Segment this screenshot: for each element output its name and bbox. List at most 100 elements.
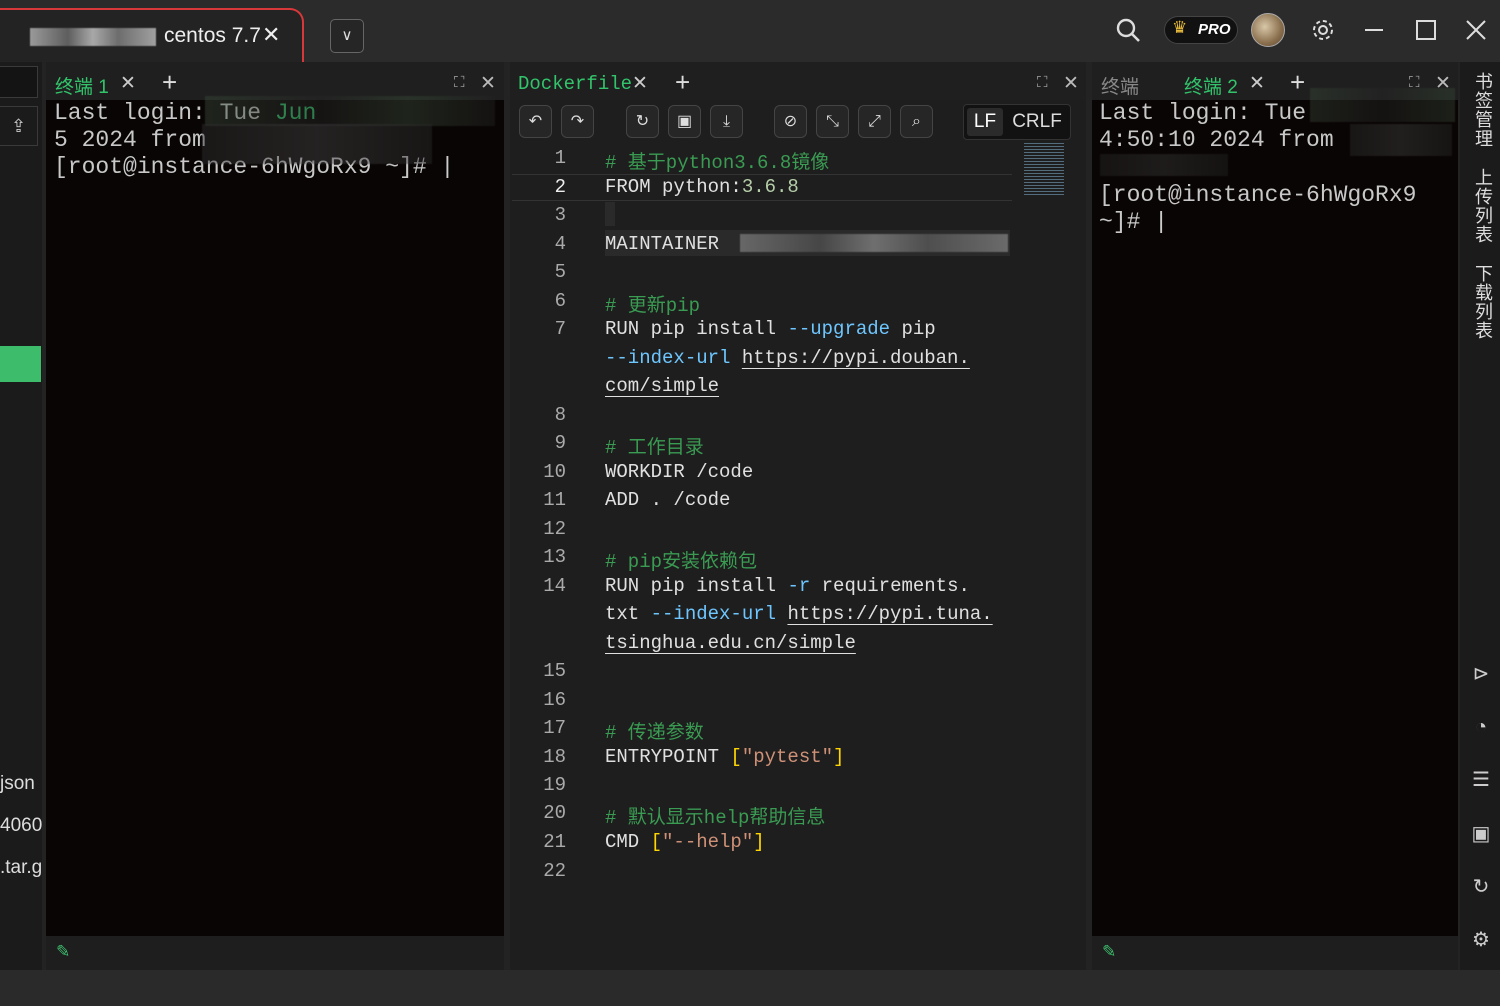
terminal-icon[interactable]: ⊳ bbox=[1468, 661, 1494, 687]
code-line: # 默认显示help帮助信息 bbox=[605, 807, 826, 829]
speed-icon[interactable]: ◔ bbox=[1468, 714, 1494, 740]
tab-terminal-1[interactable]: 终端 1 bbox=[55, 72, 109, 99]
expand-icon[interactable]: ⤢ bbox=[858, 105, 891, 138]
sidebar-item-bookmarks[interactable]: 书签管理 bbox=[1470, 72, 1496, 148]
code-line: ENTRYPOINT ["pytest"] bbox=[605, 746, 845, 768]
save-icon[interactable]: ▣ bbox=[1468, 821, 1494, 847]
file-item[interactable]: .tar.g bbox=[0, 857, 42, 879]
redacted-ip bbox=[1100, 154, 1228, 176]
code-line: # 更新pip bbox=[605, 295, 701, 317]
lf-button[interactable]: LF bbox=[967, 108, 1003, 136]
pane-close-icon[interactable]: ✕ bbox=[480, 72, 496, 95]
code-line: FROM python:3.6.8 bbox=[605, 176, 799, 198]
new-tab-plus-icon[interactable]: + bbox=[675, 67, 690, 98]
download-icon[interactable]: ⤓ bbox=[710, 105, 743, 138]
sidebar-item-download-list[interactable]: 下载列表 bbox=[1470, 264, 1496, 340]
tab-close-icon[interactable]: ✕ bbox=[120, 72, 136, 95]
crown-icon: ♛ bbox=[1172, 18, 1188, 37]
redacted-ip bbox=[202, 124, 432, 164]
code-line: CMD ["--help"] bbox=[605, 831, 765, 853]
code-line: # 工作目录 bbox=[605, 437, 704, 459]
code-line[interactable]: tsinghua.edu.cn/simple bbox=[605, 632, 856, 654]
line-number: 2 bbox=[554, 176, 566, 198]
settings-icon[interactable] bbox=[1307, 14, 1339, 46]
line-number: 20 bbox=[543, 802, 566, 824]
redacted-maintainer bbox=[740, 234, 1008, 252]
left-terminal[interactable] bbox=[46, 100, 504, 936]
code-line[interactable]: com/simple bbox=[605, 375, 719, 397]
list-icon[interactable]: ☰ bbox=[1468, 767, 1494, 793]
code-line: RUN pip install --upgrade pip bbox=[605, 318, 936, 340]
avatar[interactable] bbox=[1251, 13, 1285, 47]
tab-close-icon[interactable]: ✕ bbox=[632, 72, 648, 95]
line-number: 19 bbox=[543, 774, 566, 796]
redo-icon[interactable]: ↷ bbox=[561, 105, 594, 138]
refresh-icon[interactable]: ↻ bbox=[626, 105, 659, 138]
search-icon[interactable]: ⌕ bbox=[900, 105, 933, 138]
code-line: # pip安装依赖包 bbox=[605, 551, 758, 573]
code-line: # 传递参数 bbox=[605, 722, 704, 744]
refresh-icon[interactable]: ↻ bbox=[1468, 874, 1494, 900]
minimap[interactable] bbox=[1024, 143, 1064, 195]
indent-guide bbox=[605, 202, 615, 226]
file-item[interactable]: json bbox=[0, 773, 42, 795]
new-tab-plus-icon[interactable]: + bbox=[1290, 67, 1305, 98]
line-number: 13 bbox=[543, 546, 566, 568]
session-title: centos 7.7 bbox=[164, 24, 261, 47]
sidebar-item-upload-list[interactable]: 上传列表 bbox=[1470, 168, 1496, 244]
session-dropdown-button[interactable]: ∨ bbox=[330, 19, 364, 53]
tab-terminal-2[interactable]: 终端 2 bbox=[1184, 72, 1238, 99]
code-line: MAINTAINER bbox=[605, 233, 720, 255]
line-number: 11 bbox=[543, 489, 566, 511]
status-bar bbox=[0, 970, 1500, 1006]
line-number: 17 bbox=[543, 717, 566, 739]
collapse-icon[interactable]: ⤡ bbox=[816, 105, 849, 138]
upload-icon[interactable]: ⇪ bbox=[0, 106, 38, 146]
pro-label: PRO bbox=[1198, 21, 1231, 38]
line-number: 16 bbox=[543, 689, 566, 711]
close-icon[interactable] bbox=[1460, 14, 1492, 46]
terminal-line: 4:50:10 2024 from bbox=[1099, 127, 1334, 153]
line-number: 5 bbox=[554, 261, 566, 283]
maximize-icon[interactable] bbox=[1410, 14, 1442, 46]
pane-close-icon[interactable]: ✕ bbox=[1063, 72, 1079, 95]
compass-icon[interactable]: ⊘ bbox=[774, 105, 807, 138]
redacted-ip bbox=[1350, 124, 1452, 156]
redacted-host bbox=[30, 28, 156, 46]
right-terminal-footer bbox=[1092, 936, 1458, 970]
tab-terminal[interactable]: 终端 bbox=[1101, 72, 1139, 99]
new-tab-plus-icon[interactable]: + bbox=[162, 67, 177, 98]
terminal-line: ~]# | bbox=[1099, 209, 1169, 235]
redacted-ip bbox=[1310, 88, 1455, 122]
tab-dockerfile[interactable]: Dockerfile bbox=[518, 73, 632, 95]
tab-close-icon[interactable]: ✕ bbox=[1249, 72, 1265, 95]
code-line: WORKDIR /code bbox=[605, 461, 754, 483]
session-close-icon[interactable]: ✕ bbox=[262, 22, 280, 48]
settings-icon[interactable]: ⚙ bbox=[1468, 927, 1494, 953]
code-line: --index-url https://pypi.douban. bbox=[605, 347, 970, 369]
selected-file-highlight[interactable] bbox=[0, 346, 41, 382]
code-line: ADD . /code bbox=[605, 489, 731, 511]
file-item[interactable]: 40607 bbox=[0, 815, 42, 837]
save-icon[interactable]: ▣ bbox=[668, 105, 701, 138]
path-field[interactable] bbox=[0, 66, 38, 98]
line-number: 1 bbox=[554, 147, 566, 169]
feather-icon[interactable]: ✎ bbox=[1102, 942, 1116, 962]
pane-maximize-icon[interactable]: ⛶ bbox=[1037, 74, 1048, 91]
line-number: 12 bbox=[543, 518, 566, 540]
crlf-button[interactable]: CRLF bbox=[1010, 108, 1064, 136]
feather-icon[interactable]: ✎ bbox=[56, 942, 70, 962]
line-number: 22 bbox=[543, 860, 566, 882]
line-number: 18 bbox=[543, 746, 566, 768]
terminal-line: [root@instance-6hWgoRx9 bbox=[1099, 182, 1417, 208]
line-number: 9 bbox=[554, 432, 566, 454]
code-line: # 基于python3.6.8镜像 bbox=[605, 152, 830, 174]
line-number: 21 bbox=[543, 831, 566, 853]
code-line: RUN pip install -r requirements. bbox=[605, 575, 970, 597]
line-number: 6 bbox=[554, 290, 566, 312]
undo-icon[interactable]: ↶ bbox=[519, 105, 552, 138]
search-icon[interactable] bbox=[1112, 14, 1144, 46]
pane-maximize-icon[interactable]: ⛶ bbox=[454, 74, 465, 91]
left-pane-tabstrip bbox=[46, 62, 504, 100]
minimize-icon[interactable] bbox=[1358, 14, 1390, 46]
